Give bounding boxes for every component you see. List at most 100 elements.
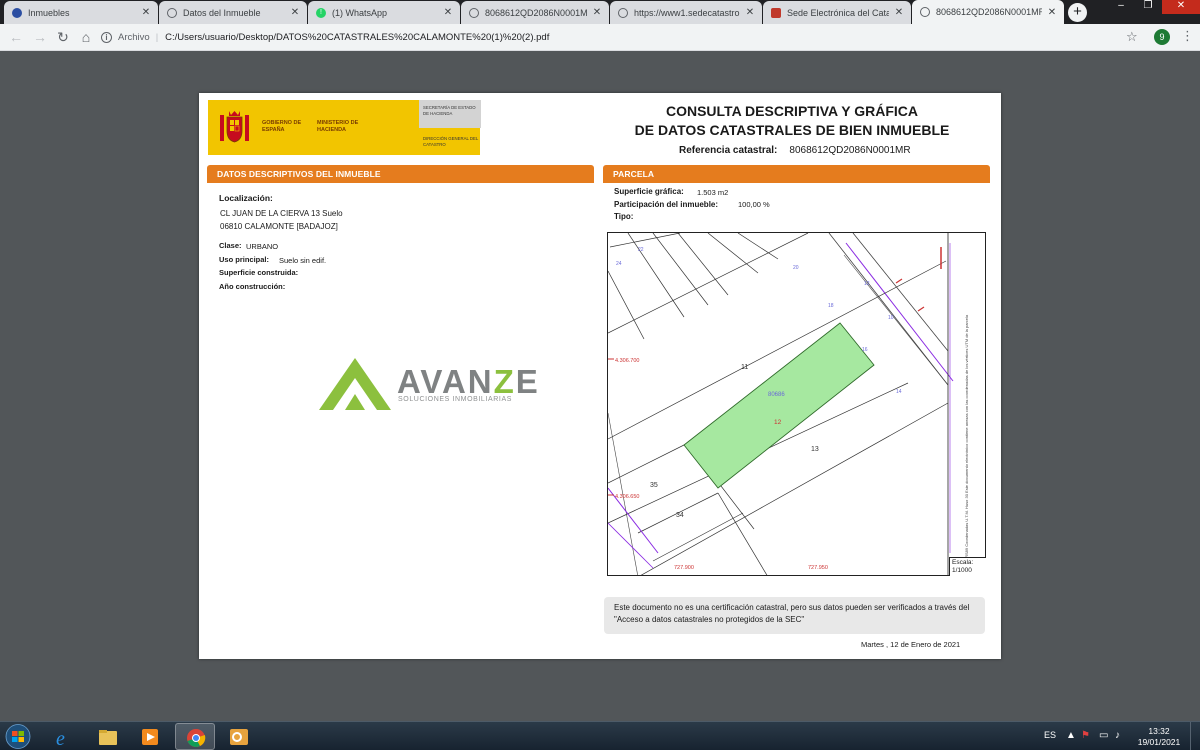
taskbar-outlook[interactable] <box>219 723 259 750</box>
parcel-label-11: 11 <box>741 364 748 371</box>
tab-inmuebles[interactable]: Inmuebles ✕ <box>4 1 158 24</box>
uso-principal-label: Uso principal: <box>219 255 270 264</box>
superficie-grafica-value: 1.503 m2 <box>697 188 729 197</box>
close-icon[interactable]: ✕ <box>591 7 603 18</box>
tab-title: 8068612QD2086N0001MR. <box>936 7 1042 17</box>
document-title: CONSULTA DESCRIPTIVA Y GRÁFICA DE DATOS … <box>617 102 967 140</box>
taskbar-chrome[interactable] <box>175 723 215 750</box>
direccion-text: DIRECCIÓN GENERAL DEL CATASTRO <box>423 136 479 147</box>
tab-sedecatastro-url[interactable]: https://www1.sedecatastro. ✕ <box>610 1 762 24</box>
whatsapp-icon: ! <box>316 7 326 18</box>
info-icon[interactable]: i <box>101 32 112 43</box>
referencia-value: 8068612QD2086N0001MR <box>789 145 911 156</box>
globe-icon <box>469 7 479 18</box>
folder-icon <box>99 730 117 745</box>
bookmark-star-icon[interactable]: ☆ <box>1126 29 1138 45</box>
coord-label-east-2: 727.950 <box>808 565 828 571</box>
browser-toolbar: ← → ↻ ⌂ i Archivo | C:/Users/usuario/Des… <box>0 24 1200 51</box>
taskbar-media-player[interactable] <box>130 723 170 750</box>
minimize-button[interactable]: – <box>1108 0 1134 14</box>
network-icon[interactable]: ▭ <box>1099 730 1108 741</box>
globe-icon <box>920 7 930 17</box>
tab-title: Datos del Inmueble <box>183 7 261 18</box>
address-line-1: CL JUAN DE LA CIERVA 13 Suelo <box>220 209 343 218</box>
tab-referencia-1[interactable]: 8068612QD2086N0001MR. ✕ <box>461 1 609 24</box>
tab-datos-inmueble[interactable]: Datos del Inmueble ✕ <box>159 1 307 24</box>
street-number: 12 <box>864 281 870 287</box>
close-icon[interactable]: ✕ <box>1046 7 1058 18</box>
cadastral-map: 11 13 35 34 12 80686 4.306.700 4.306.650… <box>607 232 986 576</box>
url-text: C:/Users/usuario/Desktop/DATOS%20CATASTR… <box>165 32 550 43</box>
language-indicator[interactable]: ES <box>1044 730 1056 740</box>
address-line-2: 06810 CALAMONTE [BADAJOZ] <box>220 222 338 231</box>
new-tab-button[interactable]: + <box>1068 3 1087 22</box>
section-divider <box>207 181 594 183</box>
tipo-label: Tipo: <box>614 212 634 221</box>
taskbar-explorer[interactable] <box>88 723 128 750</box>
gobierno-text: GOBIERNO DE ESPAÑA <box>262 120 302 133</box>
close-icon[interactable]: ✕ <box>442 7 454 18</box>
clase-label: Clase: <box>219 241 242 250</box>
scale-value: 1/1000 <box>952 567 972 574</box>
close-icon[interactable]: ✕ <box>140 7 152 18</box>
secretaria-text: SECRETARÍA DE ESTADO DE HACIENDA <box>423 105 476 116</box>
browser-tab-strip: Inmuebles ✕ Datos del Inmueble ✕ ! (1) W… <box>0 0 1200 24</box>
close-icon[interactable]: ✕ <box>893 7 905 18</box>
street-number: 18 <box>828 303 834 309</box>
taskbar-ie[interactable]: e <box>44 723 84 750</box>
volume-icon[interactable]: ♪ <box>1115 730 1120 741</box>
close-icon[interactable]: ✕ <box>289 7 301 18</box>
tab-title: (1) WhatsApp <box>332 7 388 18</box>
tab-title: Inmuebles <box>28 7 70 18</box>
localizacion-label: Localización: <box>219 193 273 203</box>
reload-button[interactable]: ↻ <box>54 29 72 47</box>
watermark-subtitle: SOLUCIONES INMOBILIARIAS <box>398 396 512 403</box>
outlook-icon <box>230 729 248 745</box>
map-scale: Escala: 1/1000 <box>949 557 986 576</box>
street-number: 10 <box>888 315 894 321</box>
parcel-label-35: 35 <box>650 482 658 489</box>
superficie-grafica-label: Superficie gráfica: <box>614 187 684 196</box>
back-button[interactable]: ← <box>7 29 25 47</box>
ministerio-text: MINISTERIO DE HACIENDA <box>317 120 359 133</box>
close-icon[interactable]: ✕ <box>744 7 756 18</box>
globe-icon <box>618 7 628 18</box>
tab-referencia-active[interactable]: 8068612QD2086N0001MR. ✕ <box>912 0 1064 24</box>
tray-expand-icon[interactable]: ▲ <box>1066 730 1076 741</box>
street-number: 22 <box>638 247 644 253</box>
globe-icon <box>167 7 177 18</box>
tab-title: https://www1.sedecatastro. <box>634 7 740 18</box>
url-scheme: Archivo <box>118 32 150 43</box>
address-bar[interactable]: i Archivo | C:/Users/usuario/Desktop/DAT… <box>101 27 1141 48</box>
close-window-button[interactable]: ✕ <box>1162 0 1200 14</box>
street-number: 16 <box>862 347 868 353</box>
tab-sede-electronica[interactable]: Sede Electrónica del Catastr ✕ <box>763 1 911 24</box>
coord-label-east-1: 727.900 <box>674 565 694 571</box>
maximize-button[interactable]: ❐ <box>1135 0 1161 14</box>
action-center-flag-icon[interactable]: ⚑ <box>1081 730 1090 741</box>
show-desktop-button[interactable] <box>1190 722 1200 750</box>
home-button[interactable]: ⌂ <box>77 29 95 47</box>
media-player-icon <box>142 729 158 745</box>
participacion-label: Participación del inmueble: <box>614 200 719 209</box>
map-legend-text: ETRS89 Coordenadas U.T.M. Huso 30 Este d… <box>964 314 969 563</box>
uso-principal-value: Suelo sin edif. <box>279 256 327 265</box>
participacion-value: 100,00 % <box>738 200 770 209</box>
tab-title: 8068612QD2086N0001MR. <box>485 7 587 18</box>
parcel-map-drawing: 11 13 35 34 12 80686 4.306.700 4.306.650… <box>608 233 969 575</box>
system-clock[interactable]: 13:32 19/01/2021 <box>1137 726 1181 748</box>
tab-whatsapp[interactable]: ! (1) WhatsApp ✕ <box>308 1 460 24</box>
windows-start-icon[interactable] <box>3 723 33 750</box>
referencia-catastral: Referencia catastral: 8068612QD2086N0001M… <box>679 145 911 156</box>
profile-avatar[interactable]: 9 <box>1154 29 1170 45</box>
title-line-2: DE DATOS CATASTRALES DE BIEN INMUEBLE <box>634 122 950 138</box>
forward-button[interactable]: → <box>31 29 49 47</box>
parcel-label-12: 12 <box>774 419 782 426</box>
chrome-icon <box>187 729 206 747</box>
pdf-page: GOBIERNO DE ESPAÑA MINISTERIO DE HACIEND… <box>199 93 1001 659</box>
street-number: 14 <box>896 389 902 395</box>
document-date: Martes , 12 de Enero de 2021 <box>861 640 961 649</box>
scale-label: Escala: <box>952 559 974 566</box>
url-separator: | <box>155 32 159 43</box>
browser-menu-icon[interactable]: ⋮ <box>1181 28 1194 44</box>
